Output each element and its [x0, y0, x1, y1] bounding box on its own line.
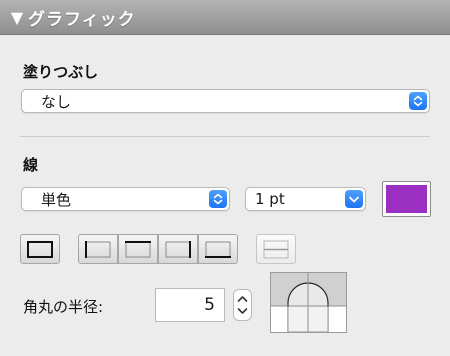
panel-title: グラフィック	[28, 9, 136, 30]
section-divider	[20, 136, 430, 137]
bottom-border-button[interactable]	[198, 234, 238, 264]
all-borders-icon	[27, 241, 53, 258]
left-border-icon	[85, 241, 111, 258]
left-border-button[interactable]	[78, 234, 118, 264]
corner-radius-stepper[interactable]	[233, 289, 252, 321]
inner-horizontal-border-icon	[263, 240, 289, 259]
stroke-section-label: 線	[23, 156, 39, 174]
popup-arrows-icon	[409, 92, 427, 110]
all-borders-button[interactable]	[20, 234, 60, 264]
panel-header[interactable]: ▼ グラフィック	[0, 0, 450, 35]
top-border-icon	[125, 241, 151, 258]
corner-radius-preview	[270, 272, 347, 333]
fill-popup-value: なし	[41, 92, 72, 111]
corner-radius-field[interactable]: 5	[155, 288, 225, 322]
stroke-width-popup[interactable]: 1 pt	[245, 187, 366, 211]
fill-section-label: 塗りつぶし	[23, 63, 99, 81]
right-border-button[interactable]	[158, 234, 198, 264]
stepper-arrows-icon	[237, 296, 248, 314]
right-border-icon	[165, 241, 191, 258]
inner-horizontal-border-button[interactable]	[256, 234, 296, 264]
popup-arrows-icon	[209, 190, 227, 208]
stroke-type-value: 単色	[41, 190, 72, 209]
fill-popup[interactable]: なし	[21, 89, 430, 113]
border-button-group	[78, 234, 239, 264]
stroke-color-well[interactable]	[382, 181, 431, 217]
corner-radius-label: 角丸の半径:	[23, 298, 104, 316]
disclosure-triangle-icon[interactable]: ▼	[6, 8, 28, 27]
chevron-down-icon	[345, 190, 363, 208]
stroke-color-swatch	[386, 185, 427, 213]
stroke-width-value: 1 pt	[255, 190, 285, 208]
top-border-button[interactable]	[118, 234, 158, 264]
stroke-type-popup[interactable]: 単色	[21, 187, 230, 211]
rounded-corner-preview-icon	[271, 273, 346, 333]
bottom-border-icon	[205, 241, 231, 258]
